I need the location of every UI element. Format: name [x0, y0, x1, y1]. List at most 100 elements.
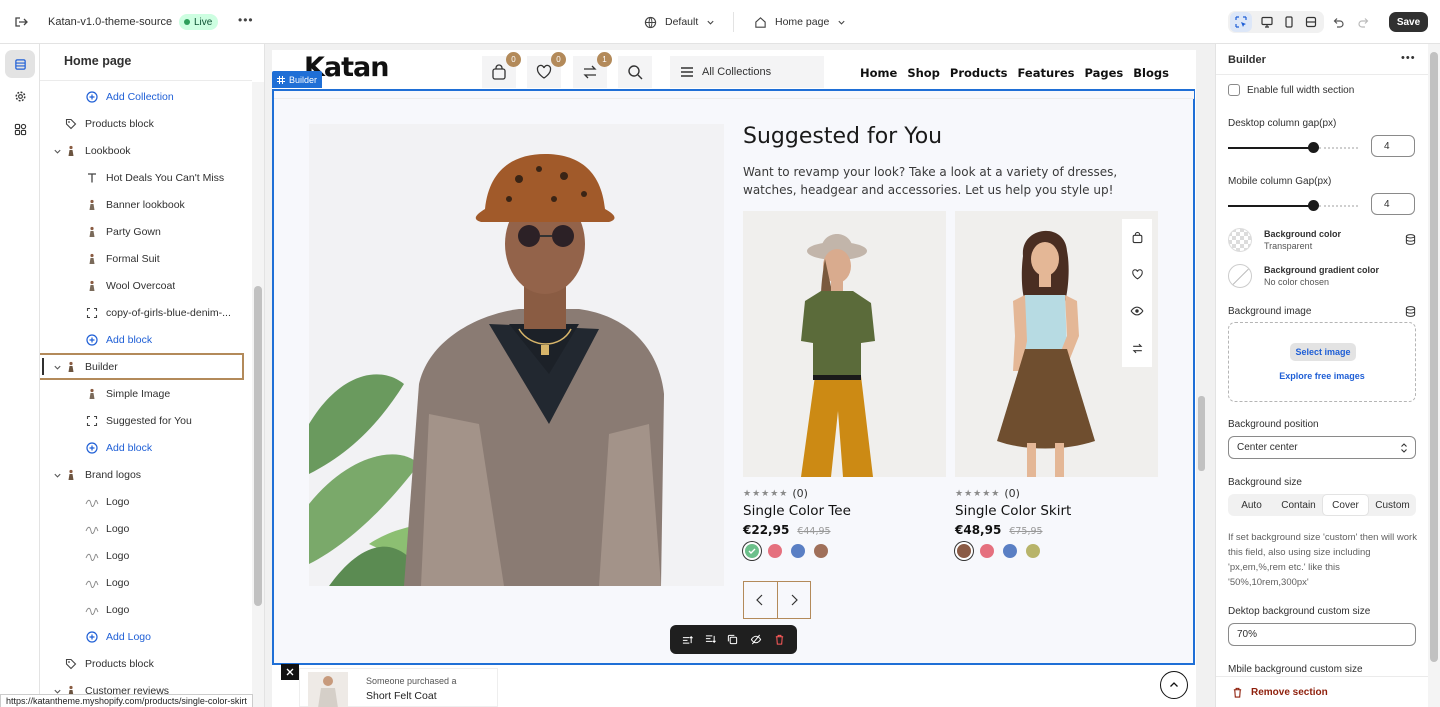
database-icon[interactable]: [1405, 234, 1416, 245]
tree-item-lookbook[interactable]: Lookbook: [40, 137, 252, 164]
tree-scrollbar-thumb[interactable]: [254, 286, 262, 606]
nav-features[interactable]: Features: [1018, 66, 1075, 80]
purchase-toast[interactable]: Someone purchased a Short Felt Coat: [299, 668, 498, 707]
database-icon[interactable]: [1405, 306, 1416, 317]
back-to-top-button[interactable]: [1160, 671, 1188, 699]
toast-close-button[interactable]: [281, 664, 299, 680]
product-title-tee[interactable]: Single Color Tee: [743, 503, 851, 519]
tree-item-suggested-for-you[interactable]: Suggested for You: [40, 407, 252, 434]
theme-more-button[interactable]: •••: [238, 13, 254, 27]
tree-scrollbar[interactable]: [252, 82, 264, 707]
preset-selector[interactable]: Default: [644, 11, 715, 33]
desktop-gap-slider-knob[interactable]: [1308, 142, 1319, 153]
bg-size-option-cover[interactable]: Cover: [1322, 494, 1369, 516]
search-button[interactable]: [618, 56, 652, 88]
add-button-add-logo[interactable]: Add Logo: [40, 623, 252, 650]
quick-wishlist-button[interactable]: [1122, 256, 1152, 292]
move-up-icon[interactable]: [682, 634, 693, 645]
nav-pages[interactable]: Pages: [1084, 66, 1123, 80]
color-swatch[interactable]: [980, 544, 994, 558]
mobile-gap-input[interactable]: 4: [1371, 193, 1415, 215]
collections-menu-button[interactable]: All Collections: [670, 56, 824, 88]
save-button[interactable]: Save: [1389, 12, 1428, 32]
tree-item-logo[interactable]: Logo: [40, 569, 252, 596]
color-swatch[interactable]: [1026, 544, 1040, 558]
tree-item-party-gown[interactable]: Party Gown: [40, 218, 252, 245]
color-swatch[interactable]: [791, 544, 805, 558]
tree-item-hot-deals-you-can-t-miss[interactable]: Hot Deals You Can't Miss: [40, 164, 252, 191]
tree-item-logo[interactable]: Logo: [40, 488, 252, 515]
tree-item-banner-lookbook[interactable]: Banner lookbook: [40, 191, 252, 218]
color-swatch[interactable]: [957, 544, 971, 558]
quick-add-button[interactable]: [1122, 219, 1152, 255]
move-down-icon[interactable]: [705, 634, 716, 645]
remove-section-button[interactable]: Remove section: [1232, 687, 1328, 698]
page-selector[interactable]: Home page: [754, 11, 846, 33]
tree-item-products-block[interactable]: Products block: [40, 650, 252, 677]
inspector-button[interactable]: [1230, 12, 1252, 32]
rail-sections-button[interactable]: [5, 50, 35, 78]
delete-icon[interactable]: [774, 634, 785, 645]
tree-item-brand-logos[interactable]: Brand logos: [40, 461, 252, 488]
bg-color-swatch[interactable]: [1228, 228, 1252, 252]
quick-compare-button[interactable]: [1122, 330, 1152, 366]
bg-position-select[interactable]: Center center: [1228, 436, 1416, 459]
simple-image[interactable]: [309, 124, 724, 586]
tree-item-simple-image[interactable]: Simple Image: [40, 380, 252, 407]
desktop-view-button[interactable]: [1256, 12, 1278, 32]
canvas-scrollbar-thumb[interactable]: [1198, 396, 1205, 471]
mobile-view-button[interactable]: [1278, 12, 1300, 32]
rail-settings-button[interactable]: [5, 82, 35, 110]
select-image-button[interactable]: Select image: [1290, 343, 1356, 361]
bg-image-dropzone[interactable]: Select image Explore free images: [1228, 322, 1416, 402]
bg-gradient-swatch[interactable]: [1228, 264, 1252, 288]
add-button-add-block[interactable]: Add block: [40, 434, 252, 461]
color-swatch[interactable]: [814, 544, 828, 558]
settings-scrollbar-thumb[interactable]: [1430, 52, 1438, 662]
next-button[interactable]: [778, 582, 811, 618]
tree-item-formal-suit[interactable]: Formal Suit: [40, 245, 252, 272]
mobile-gap-slider[interactable]: [1228, 200, 1358, 212]
product-image-tee[interactable]: [743, 211, 946, 477]
quick-view-button[interactable]: [1122, 293, 1152, 329]
chevron-down-icon[interactable]: [52, 146, 62, 156]
product-title-skirt[interactable]: Single Color Skirt: [955, 503, 1071, 519]
nav-home[interactable]: Home: [860, 66, 897, 80]
tree-item-copy-of-girls-blue-denim[interactable]: copy-of-girls-blue-denim-...: [40, 299, 252, 326]
builder-section[interactable]: Suggested for You Want to revamp your lo…: [272, 89, 1195, 665]
canvas-scrollbar[interactable]: [1196, 44, 1215, 707]
color-swatch[interactable]: [745, 544, 759, 558]
tree-item-builder[interactable]: Builder: [40, 353, 252, 380]
tree-item-logo[interactable]: Logo: [40, 596, 252, 623]
redo-button[interactable]: [1354, 12, 1374, 32]
nav-shop[interactable]: Shop: [907, 66, 940, 80]
bg-size-option-custom[interactable]: Custom: [1369, 494, 1416, 516]
nav-blogs[interactable]: Blogs: [1133, 66, 1169, 80]
full-width-checkbox[interactable]: [1228, 84, 1240, 96]
section-tag[interactable]: Builder: [272, 71, 323, 88]
desktop-custom-input[interactable]: 70%: [1228, 623, 1416, 646]
bg-size-option-contain[interactable]: Contain: [1275, 494, 1322, 516]
undo-button[interactable]: [1328, 12, 1348, 32]
add-button-add-collection[interactable]: Add Collection: [40, 83, 252, 110]
bg-size-option-auto[interactable]: Auto: [1228, 494, 1275, 516]
desktop-gap-input[interactable]: 4: [1371, 135, 1415, 157]
explore-images-link[interactable]: Explore free images: [1229, 371, 1415, 381]
tree-item-logo[interactable]: Logo: [40, 515, 252, 542]
settings-scrollbar[interactable]: [1428, 44, 1440, 707]
tree-item-wool-overcoat[interactable]: Wool Overcoat: [40, 272, 252, 299]
tree-item-logo[interactable]: Logo: [40, 542, 252, 569]
fullwidth-view-button[interactable]: [1300, 12, 1322, 32]
chevron-down-icon[interactable]: [52, 470, 62, 480]
color-swatch[interactable]: [768, 544, 782, 558]
settings-more-button[interactable]: •••: [1401, 52, 1416, 64]
rail-apps-button[interactable]: [5, 115, 35, 143]
mobile-gap-slider-knob[interactable]: [1308, 200, 1319, 211]
color-swatch[interactable]: [1003, 544, 1017, 558]
add-button-add-block[interactable]: Add block: [40, 326, 252, 353]
desktop-gap-slider[interactable]: [1228, 142, 1358, 154]
prev-button[interactable]: [744, 582, 778, 618]
hide-icon[interactable]: [750, 634, 762, 645]
duplicate-icon[interactable]: [727, 634, 738, 645]
exit-button[interactable]: [10, 11, 32, 33]
